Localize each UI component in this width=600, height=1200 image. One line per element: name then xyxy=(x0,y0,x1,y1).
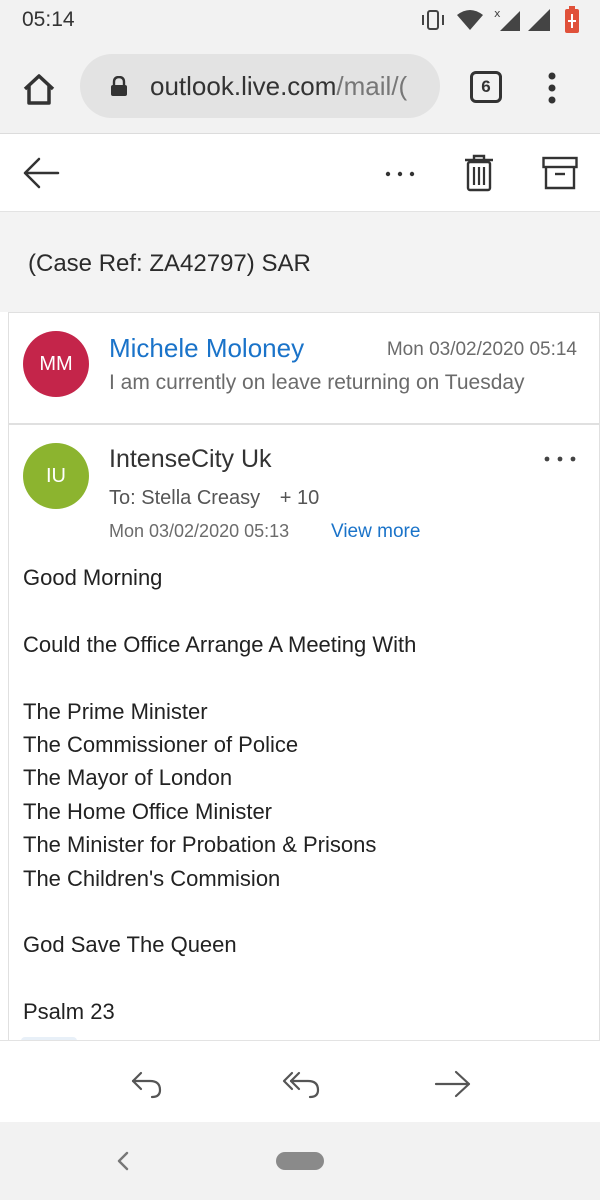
nav-back-icon[interactable] xyxy=(114,1150,132,1172)
tab-switcher-button[interactable]: 6 xyxy=(470,71,502,103)
signal-icon: x xyxy=(494,7,550,31)
message-date: Mon 03/02/2020 05:14 xyxy=(386,339,577,360)
body-closing: God Save The Queen xyxy=(23,932,237,958)
recipients-line[interactable]: To: Stella Creasy + 10 xyxy=(109,487,319,510)
trash-icon[interactable] xyxy=(464,154,494,192)
message-card-collapsed[interactable]: MM Michele Moloney Mon 03/02/2020 05:14 … xyxy=(8,312,600,424)
body-recipient: The Prime Minister xyxy=(23,698,208,724)
url-text: outlook.live.com/mail/( xyxy=(150,71,407,102)
message-body: Good Morning Could the Office Arrange A … xyxy=(23,561,583,1029)
status-time: 05:14 xyxy=(22,8,75,31)
avatar: MM xyxy=(23,331,89,397)
reply-icon[interactable] xyxy=(130,1069,164,1099)
view-more-link[interactable]: View more xyxy=(331,521,420,543)
body-recipient: The Commissioner of Police xyxy=(23,732,299,757)
more-vertical-icon[interactable] xyxy=(540,68,564,108)
home-icon[interactable] xyxy=(22,72,56,106)
url-path: /mail/( xyxy=(336,71,408,101)
lock-icon xyxy=(111,76,127,96)
more-recipients-count: + 10 xyxy=(279,487,320,509)
to-label: To: Stella Creasy xyxy=(109,487,261,509)
system-nav-bar xyxy=(0,1122,600,1200)
reply-all-icon[interactable] xyxy=(282,1069,322,1099)
svg-text:x: x xyxy=(494,7,501,20)
body-request: Could the Office Arrange A Meeting With xyxy=(23,631,417,657)
forward-icon[interactable] xyxy=(434,1069,472,1099)
body-recipient: The Home Office Minister xyxy=(23,798,273,824)
message-preview: I am currently on leave returning on Tue… xyxy=(109,371,525,394)
wifi-icon xyxy=(457,10,483,30)
mail-toolbar xyxy=(0,134,600,212)
browser-toolbar: outlook.live.com/mail/( 6 xyxy=(0,40,600,134)
more-horizontal-icon[interactable] xyxy=(380,160,420,184)
battery-icon xyxy=(565,6,579,33)
vibrate-icon xyxy=(422,10,444,30)
subject-area: (Case Ref: ZA42797) SAR xyxy=(0,212,600,312)
body-recipient: The Children's Commision xyxy=(23,865,281,891)
status-bar: 05:14 x xyxy=(0,0,600,40)
body-recipient: The Mayor of London xyxy=(23,765,233,791)
back-arrow-icon[interactable] xyxy=(22,156,60,190)
archive-icon[interactable] xyxy=(542,156,578,190)
body-signoff: Psalm 23 xyxy=(23,999,115,1025)
sender-name: Michele Moloney xyxy=(109,333,305,363)
email-subject: (Case Ref: ZA42797) SAR xyxy=(28,250,311,277)
address-bar[interactable]: outlook.live.com/mail/( xyxy=(80,54,440,118)
url-host: outlook.live.com xyxy=(150,71,337,101)
body-greeting: Good Morning xyxy=(23,565,163,590)
body-recipient: The Minister for Probation & Prisons xyxy=(23,832,377,858)
message-date: Mon 03/02/2020 05:13 xyxy=(109,521,290,541)
more-horizontal-icon[interactable] xyxy=(543,453,577,465)
status-icons: x xyxy=(420,6,580,34)
avatar: IU xyxy=(23,443,89,509)
reply-bar xyxy=(0,1040,600,1122)
nav-home-pill[interactable] xyxy=(276,1152,324,1170)
message-card-expanded: IU IntenseCity Uk To: Stella Creasy + 10… xyxy=(8,424,600,1047)
sender-name: IntenseCity Uk xyxy=(109,445,272,473)
